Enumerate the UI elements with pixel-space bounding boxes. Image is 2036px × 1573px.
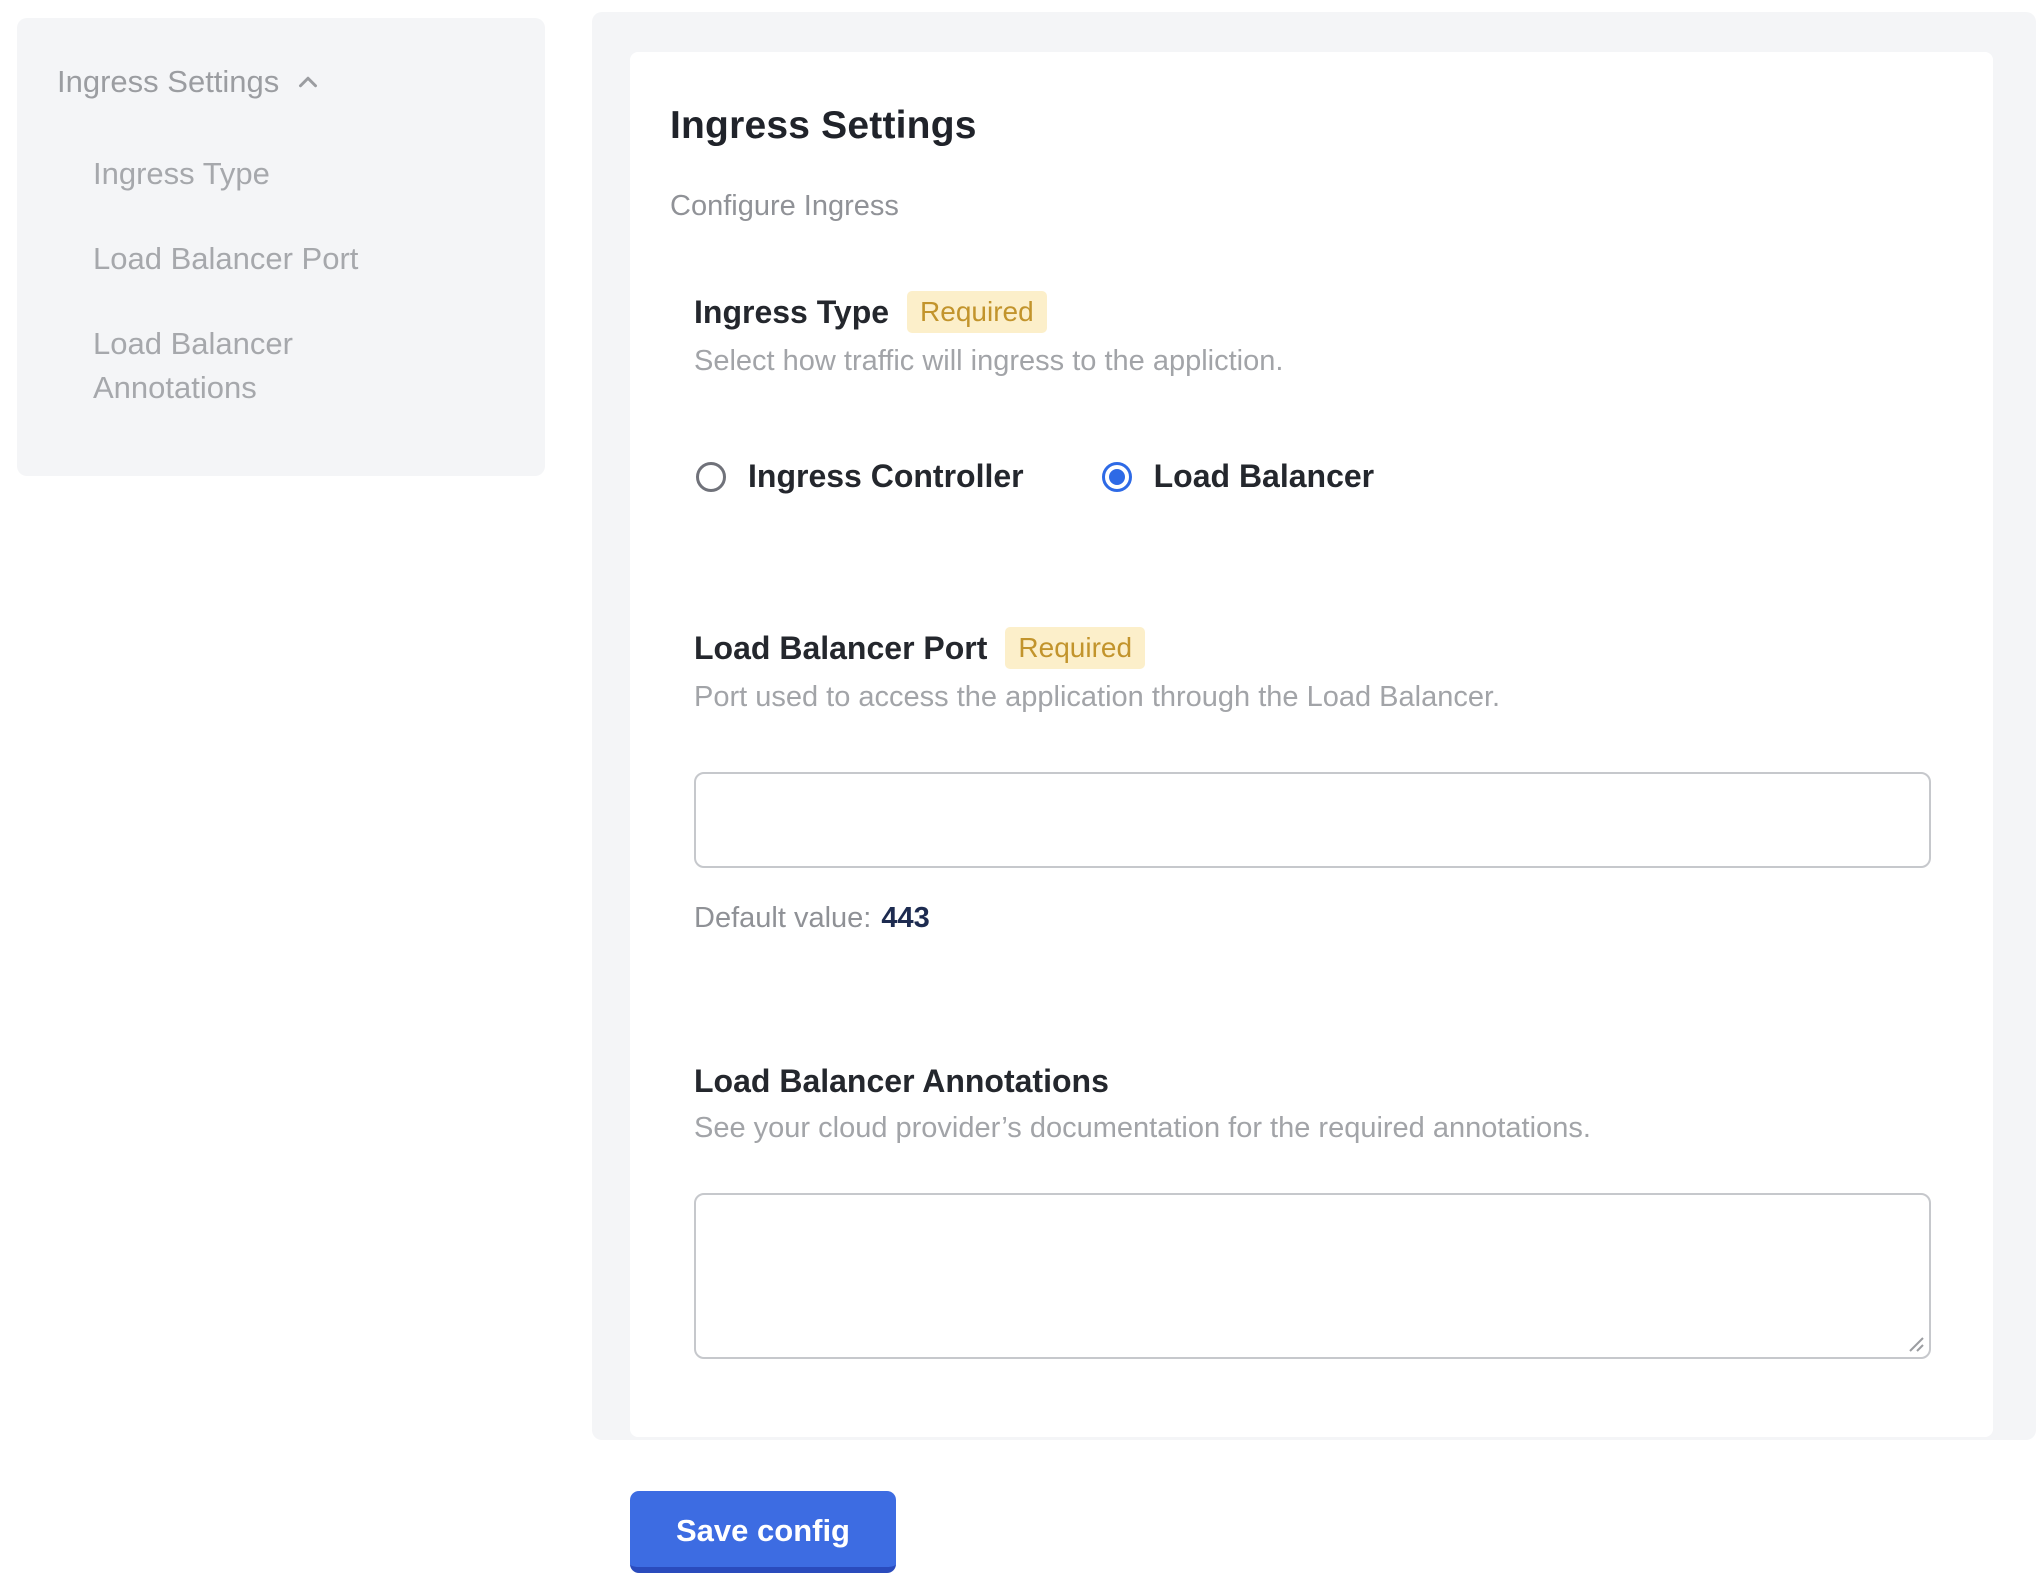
ingress-type-label: Ingress Type <box>694 294 889 331</box>
section-ingress-type: Ingress Type Required Select how traffic… <box>694 291 1951 495</box>
sidebar-item-list: Ingress Type Load Balancer Port Load Bal… <box>57 152 509 410</box>
sidebar-item-load-balancer-port[interactable]: Load Balancer Port <box>93 237 453 281</box>
radio-label-ingress-controller: Ingress Controller <box>748 458 1024 495</box>
load-balancer-port-help: Port used to access the application thro… <box>694 681 1951 714</box>
radio-load-balancer[interactable] <box>1102 462 1132 492</box>
section-load-balancer-annotations: Load Balancer Annotations See your cloud… <box>694 1063 1951 1359</box>
ingress-type-radio-group: Ingress Controller Load Balancer <box>696 458 1951 495</box>
page-subtitle: Configure Ingress <box>670 190 1951 223</box>
page-title: Ingress Settings <box>670 104 1951 148</box>
required-badge: Required <box>907 291 1047 333</box>
default-value-line: Default value: 443 <box>694 902 1951 935</box>
sidebar-item-ingress-type[interactable]: Ingress Type <box>93 152 453 196</box>
sidebar-item-load-balancer-annotations[interactable]: Load Balancer Annotations <box>93 322 453 410</box>
chevron-up-icon <box>293 67 323 97</box>
radio-option-ingress-controller[interactable]: Ingress Controller <box>696 458 1024 495</box>
radio-label-load-balancer: Load Balancer <box>1154 458 1375 495</box>
load-balancer-annotations-label: Load Balancer Annotations <box>694 1063 1109 1100</box>
sidebar-group-ingress-settings[interactable]: Ingress Settings <box>57 64 509 100</box>
settings-sidebar: Ingress Settings Ingress Type Load Balan… <box>17 18 545 476</box>
required-badge: Required <box>1005 627 1145 669</box>
default-value-label: Default value: <box>694 902 871 934</box>
load-balancer-annotations-help: See your cloud provider’s documentation … <box>694 1112 1951 1145</box>
load-balancer-port-label: Load Balancer Port <box>694 630 987 667</box>
load-balancer-annotations-textarea[interactable] <box>694 1193 1931 1359</box>
sidebar-group-label: Ingress Settings <box>57 64 279 100</box>
ingress-type-help: Select how traffic will ingress to the a… <box>694 345 1951 378</box>
section-load-balancer-port: Load Balancer Port Required Port used to… <box>694 627 1951 935</box>
default-value: 443 <box>881 902 929 934</box>
load-balancer-port-input[interactable] <box>694 772 1931 868</box>
radio-ingress-controller[interactable] <box>696 462 726 492</box>
radio-option-load-balancer[interactable]: Load Balancer <box>1102 458 1375 495</box>
save-config-button[interactable]: Save config <box>630 1491 896 1573</box>
ingress-settings-card: Ingress Settings Configure Ingress Ingre… <box>630 52 1993 1437</box>
config-main-panel: Ingress Settings Configure Ingress Ingre… <box>592 12 2036 1440</box>
